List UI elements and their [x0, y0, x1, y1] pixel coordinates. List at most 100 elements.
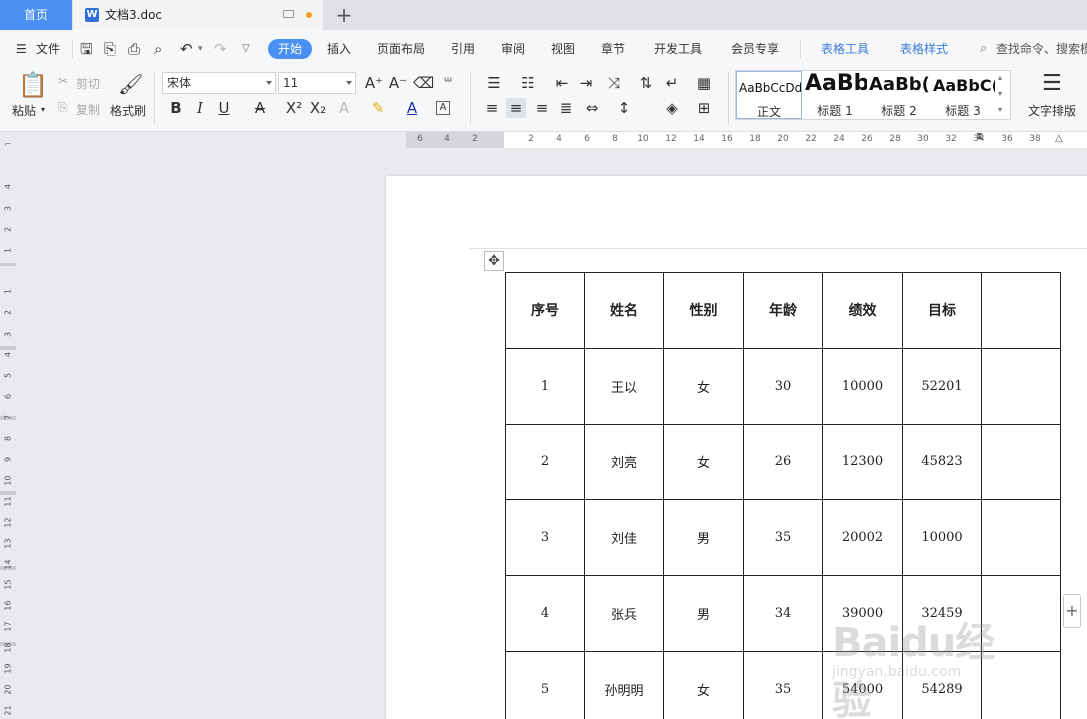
- show-marks-icon[interactable]: ↵: [662, 73, 682, 93]
- table-cell[interactable]: [981, 347, 1061, 425]
- align-center-icon[interactable]: ≡: [506, 98, 526, 118]
- add-column-icon[interactable]: +: [1063, 594, 1081, 628]
- copy-button[interactable]: 复制: [76, 101, 100, 118]
- command-search[interactable]: 查找命令、搜索模: [996, 30, 1087, 68]
- align-right-icon[interactable]: ≡: [532, 98, 552, 118]
- table-cell[interactable]: 刘亮: [584, 423, 664, 501]
- vertical-ruler[interactable]: 4 3 2 1 1 2 3 4 5 6 7 8 9 10 11 12 13 14 15 16 17 18 19 20 21: [0, 148, 16, 719]
- table-cell[interactable]: [981, 423, 1061, 501]
- table-cell[interactable]: 52201: [902, 347, 982, 425]
- chinese-layout-icon[interactable]: ⤨: [604, 73, 624, 93]
- table-cell[interactable]: 10000: [902, 499, 982, 577]
- table-header-cell[interactable]: 年龄: [743, 272, 823, 349]
- table-header-cell[interactable]: 绩效: [822, 272, 903, 349]
- menu-file[interactable]: 文件: [36, 30, 60, 68]
- menu-tab-page-layout[interactable]: 页面布局: [377, 30, 425, 68]
- search-icon[interactable]: ⌕: [980, 30, 987, 68]
- export-pdf-icon[interactable]: ⎘: [104, 30, 116, 68]
- grow-font-icon[interactable]: A⁺: [364, 73, 384, 93]
- table-cell[interactable]: 30: [743, 347, 823, 425]
- superscript-icon[interactable]: X²: [284, 98, 304, 118]
- paste-dropdown-icon[interactable]: ▾: [41, 105, 45, 114]
- print-icon[interactable]: ⎙: [128, 30, 140, 68]
- menu-tab-home[interactable]: 开始: [268, 39, 313, 59]
- strikethrough-icon[interactable]: A: [250, 98, 270, 118]
- distributed-icon[interactable]: ⇔: [582, 98, 602, 118]
- menu-tab-member[interactable]: 会员专享: [731, 30, 779, 68]
- table-cell[interactable]: 35: [743, 650, 823, 719]
- line-spacing-icon[interactable]: ↕: [614, 98, 634, 118]
- font-size-select[interactable]: 11: [278, 72, 356, 94]
- menu-tab-chapter[interactable]: 章节: [601, 30, 625, 68]
- bold-icon[interactable]: B: [166, 98, 186, 118]
- undo-dropdown-icon[interactable]: ▾: [198, 30, 203, 68]
- table-cell[interactable]: 26: [743, 423, 823, 501]
- table-cell[interactable]: 女: [663, 650, 744, 719]
- chevron-up-icon[interactable]: ▴: [998, 73, 1002, 82]
- increase-indent-icon[interactable]: ⇥: [576, 73, 596, 93]
- font-name-select[interactable]: 宋体: [162, 72, 276, 94]
- numbered-list-icon[interactable]: ☷: [518, 73, 538, 93]
- sort-icon[interactable]: ⇅: [636, 73, 656, 93]
- menu-tab-table-style[interactable]: 表格样式: [900, 30, 948, 68]
- table-cell[interactable]: 45823: [902, 423, 982, 501]
- style-normal[interactable]: AaBbCcDd 正文: [736, 71, 802, 119]
- table-grid-icon[interactable]: ▦: [694, 73, 714, 93]
- highlight-icon[interactable]: ✎: [368, 98, 388, 118]
- justify-icon[interactable]: ≣: [556, 98, 576, 118]
- copy-icon[interactable]: ⎘: [58, 100, 68, 115]
- tab-home[interactable]: 首页: [0, 0, 72, 30]
- align-left-icon[interactable]: ≡: [482, 98, 502, 118]
- table-cell[interactable]: 12300: [822, 423, 903, 501]
- italic-icon[interactable]: I: [190, 98, 210, 118]
- table-header-cell[interactable]: 序号: [505, 272, 585, 349]
- table-header-cell[interactable]: 性别: [663, 272, 744, 349]
- table-cell[interactable]: 4: [505, 575, 585, 652]
- table-cell[interactable]: 女: [663, 347, 744, 425]
- format-painter-button[interactable]: 格式刷: [110, 102, 146, 119]
- new-tab-button[interactable]: +: [332, 2, 356, 28]
- table-cell[interactable]: 5: [505, 650, 585, 719]
- quick-access-dropdown-icon[interactable]: ▽: [242, 30, 250, 68]
- table-header-cell[interactable]: 目标: [902, 272, 982, 349]
- text-layout-icon[interactable]: ☰: [1042, 71, 1062, 96]
- right-indent-icon[interactable]: △: [1055, 133, 1063, 144]
- table-header-cell[interactable]: [981, 272, 1061, 349]
- style-heading-1[interactable]: AaBb 标题 1: [803, 71, 867, 119]
- cut-button[interactable]: 剪切: [76, 75, 100, 92]
- borders-icon[interactable]: ⊞: [694, 98, 714, 118]
- chevron-down-icon[interactable]: ▾: [998, 89, 1002, 98]
- save-icon[interactable]: 🖫: [80, 30, 93, 68]
- decrease-indent-icon[interactable]: ⇤: [552, 73, 572, 93]
- cut-icon[interactable]: ✂: [58, 74, 68, 88]
- expand-gallery-icon[interactable]: ▾: [998, 105, 1002, 114]
- text-layout-button[interactable]: 文字排版: [1028, 102, 1076, 119]
- subscript-icon[interactable]: X₂: [308, 98, 328, 118]
- clear-format-icon[interactable]: ⌫: [413, 73, 434, 93]
- table-cell[interactable]: 10000: [822, 347, 903, 425]
- format-painter-icon[interactable]: 🖌: [118, 72, 143, 96]
- table-cell[interactable]: 王以: [584, 347, 664, 425]
- table-cell[interactable]: 孙明明: [584, 650, 664, 719]
- bullet-list-icon[interactable]: ☰: [484, 73, 504, 93]
- menu-tab-table-tools[interactable]: 表格工具: [821, 30, 869, 68]
- horizontal-ruler[interactable]: 6 4 2 2 4 6 8 10 12 14 16 18 20 22 24 26 28 30 32 34 36 38 ⧗ …: [0, 131, 1087, 148]
- table-cell[interactable]: 20002: [822, 499, 903, 577]
- font-color-icon[interactable]: A: [402, 98, 422, 118]
- shading-icon[interactable]: ◈: [662, 98, 682, 118]
- phonetic-guide-icon[interactable]: ᵚ: [438, 73, 458, 93]
- indent-marker-icon[interactable]: ⧗: [976, 131, 983, 142]
- table-cell[interactable]: 1: [505, 347, 585, 425]
- table-cell[interactable]: 男: [663, 499, 744, 577]
- print-preview-icon[interactable]: ⌕: [154, 30, 162, 68]
- menu-tab-insert[interactable]: 插入: [327, 30, 351, 68]
- text-effect-icon[interactable]: A: [334, 98, 354, 118]
- menu-tab-developer[interactable]: 开发工具: [654, 30, 702, 68]
- table-cell[interactable]: 3: [505, 499, 585, 577]
- table-cell[interactable]: 35: [743, 499, 823, 577]
- hamburger-icon[interactable]: ☰: [16, 30, 27, 68]
- table-move-handle-icon[interactable]: ✥: [484, 251, 504, 271]
- menu-tab-view[interactable]: 视图: [551, 30, 575, 68]
- style-heading-3[interactable]: AaBbC( 标题 3: [931, 71, 995, 119]
- redo-icon[interactable]: ↷: [214, 30, 227, 68]
